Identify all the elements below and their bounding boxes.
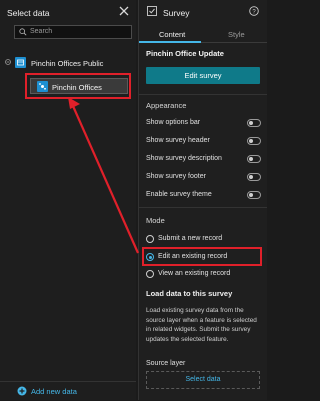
add-icon[interactable] bbox=[17, 386, 27, 396]
search-icon bbox=[19, 28, 27, 36]
toggle-switch[interactable] bbox=[247, 155, 261, 163]
edit-survey-button[interactable]: Edit survey bbox=[146, 67, 260, 84]
divider bbox=[139, 207, 267, 208]
help-icon[interactable]: ? bbox=[249, 6, 259, 16]
toggle-label: Show survey header bbox=[146, 137, 210, 144]
radio-label: Submit a new record bbox=[158, 235, 223, 242]
search-placeholder: Search bbox=[30, 28, 53, 35]
divider bbox=[139, 94, 267, 95]
radio-submit-new[interactable]: Submit a new record bbox=[139, 233, 267, 247]
radio-button[interactable] bbox=[146, 270, 154, 278]
toggle-row-survey-header: Show survey header bbox=[139, 135, 267, 149]
toggle-row-survey-description: Show survey description bbox=[139, 153, 267, 167]
toggle-label: Show survey footer bbox=[146, 173, 206, 180]
tab-style[interactable]: Style bbox=[228, 30, 245, 39]
toggle-switch[interactable] bbox=[247, 173, 261, 181]
add-new-data-link[interactable]: Add new data bbox=[31, 387, 77, 396]
panel-title: Survey bbox=[163, 8, 190, 18]
svg-text:?: ? bbox=[252, 9, 256, 15]
active-tab-indicator bbox=[139, 41, 201, 43]
toggle-row-options-bar: Show options bar bbox=[139, 117, 267, 131]
toggle-label: Show options bar bbox=[146, 119, 201, 126]
survey-name: Pinchin Office Update bbox=[146, 49, 224, 58]
toggle-label: Enable survey theme bbox=[146, 191, 212, 198]
appearance-title: Appearance bbox=[146, 101, 187, 110]
select-data-button[interactable]: Select data bbox=[146, 371, 260, 389]
radio-button[interactable] bbox=[146, 235, 154, 243]
toggle-label: Show survey description bbox=[146, 155, 222, 162]
panel-title: Select data bbox=[7, 8, 50, 18]
toggle-row-survey-footer: Show survey footer bbox=[139, 171, 267, 185]
close-icon[interactable] bbox=[118, 5, 130, 17]
tree-item-parent[interactable]: Pinchin Offices Public bbox=[0, 55, 136, 71]
mode-title: Mode bbox=[146, 216, 165, 225]
tab-content[interactable]: Content bbox=[159, 30, 185, 39]
panel-footer: Add new data bbox=[0, 381, 136, 401]
highlight-box bbox=[142, 247, 262, 266]
collapse-icon[interactable] bbox=[5, 59, 11, 65]
toggle-switch[interactable] bbox=[247, 191, 261, 199]
load-data-description: Load existing survey data from the sourc… bbox=[146, 307, 257, 343]
source-layer-label: Source layer bbox=[146, 360, 186, 367]
toggle-switch[interactable] bbox=[247, 137, 261, 145]
layer-icon bbox=[15, 57, 26, 68]
survey-icon bbox=[147, 6, 157, 16]
select-data-panel: Select data Search Pinchin Offices Publi… bbox=[0, 0, 136, 400]
survey-settings-panel: Survey ? Content Style Pinchin Office Up… bbox=[138, 0, 267, 400]
radio-label: View an existing record bbox=[158, 270, 231, 277]
tree-item-label: Pinchin Offices Public bbox=[31, 59, 104, 68]
tab-bar: Content Style bbox=[139, 28, 267, 43]
radio-view-existing[interactable]: View an existing record bbox=[139, 268, 267, 282]
toggle-row-survey-theme: Enable survey theme bbox=[139, 189, 267, 203]
load-data-title: Load data to this survey bbox=[146, 289, 233, 298]
search-input[interactable]: Search bbox=[14, 25, 132, 39]
highlight-box bbox=[25, 73, 131, 99]
toggle-switch[interactable] bbox=[247, 119, 261, 127]
